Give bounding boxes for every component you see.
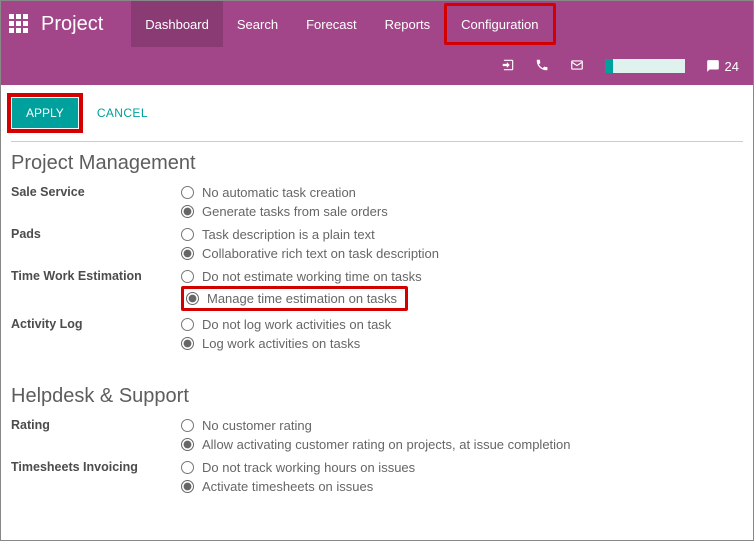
divider [11, 141, 743, 142]
settings-section: Project ManagementSale ServiceNo automat… [1, 148, 753, 381]
radio-input[interactable] [181, 186, 194, 199]
radio-label: Task description is a plain text [202, 227, 375, 242]
nav-item-configuration[interactable]: Configuration [444, 3, 555, 45]
field-options: Do not track working hours on issues Acti… [181, 458, 743, 496]
field-options: No customer rating Allow activating custo… [181, 416, 743, 454]
radio-label: Do not log work activities on task [202, 317, 391, 332]
nav-item-search[interactable]: Search [223, 1, 292, 47]
radio-input[interactable] [181, 270, 194, 283]
radio-label: Do not track working hours on issues [202, 460, 415, 475]
radio-label: Collaborative rich text on task descript… [202, 246, 439, 261]
app-brand[interactable]: Project [41, 13, 103, 36]
messages-button[interactable]: 24 [705, 59, 739, 74]
radio-label: Manage time estimation on tasks [207, 291, 397, 306]
setting-field: Time Work EstimationDo not estimate work… [11, 267, 743, 311]
field-label: Time Work Estimation [11, 267, 181, 283]
field-options: No automatic task creation Generate tasks… [181, 183, 743, 221]
apply-highlight: APPLY [7, 93, 83, 133]
radio-label: No customer rating [202, 418, 312, 433]
radio-option[interactable]: Log work activities on tasks [181, 334, 743, 353]
setting-field: Timesheets InvoicingDo not track working… [11, 458, 743, 496]
radio-option[interactable]: Do not estimate working time on tasks [181, 267, 743, 286]
radio-option[interactable]: Generate tasks from sale orders [181, 202, 743, 221]
radio-label: Allow activating customer rating on proj… [202, 437, 571, 452]
field-options: Do not log work activities on task Log wo… [181, 315, 743, 353]
section-title: Project Management [11, 152, 743, 175]
nav-item-reports[interactable]: Reports [371, 1, 445, 47]
setting-field: Rating No customer rating Allow activating… [11, 416, 743, 454]
radio-option[interactable]: Collaborative rich text on task descript… [181, 244, 743, 263]
radio-input[interactable] [181, 228, 194, 241]
radio-option[interactable]: Do not track working hours on issues [181, 458, 743, 477]
apps-icon[interactable] [9, 14, 29, 34]
radio-option[interactable]: Do not log work activities on task [181, 315, 743, 334]
field-label: Pads [11, 225, 181, 241]
radio-input[interactable] [181, 247, 194, 260]
field-options: Do not estimate working time on tasks Man… [181, 267, 743, 311]
radio-label: Generate tasks from sale orders [202, 204, 388, 219]
radio-option[interactable]: Manage time estimation on tasks [181, 286, 408, 311]
field-label: Timesheets Invoicing [11, 458, 181, 474]
nav-item-forecast[interactable]: Forecast [292, 1, 371, 47]
nav-item-dashboard[interactable]: Dashboard [131, 1, 223, 47]
apply-button[interactable]: APPLY [12, 98, 78, 128]
setting-field: Activity LogDo not log work activities o… [11, 315, 743, 353]
radio-input[interactable] [181, 419, 194, 432]
radio-option[interactable]: Allow activating customer rating on proj… [181, 435, 743, 454]
main-nav: DashboardSearchForecastReportsConfigurat… [131, 1, 555, 47]
radio-label: Do not estimate working time on tasks [202, 269, 422, 284]
radio-option[interactable]: Task description is a plain text [181, 225, 743, 244]
setting-field: Sale Service No automatic task creation Ge… [11, 183, 743, 221]
mail-icon[interactable] [569, 58, 585, 75]
phone-icon[interactable] [535, 58, 549, 75]
systray: 24 [1, 47, 753, 85]
messages-count: 24 [725, 59, 739, 74]
section-title: Helpdesk & Support [11, 385, 743, 408]
radio-input[interactable] [181, 337, 194, 350]
cancel-button[interactable]: CANCEL [97, 106, 148, 120]
radio-input[interactable] [181, 480, 194, 493]
field-label: Activity Log [11, 315, 181, 331]
radio-input[interactable] [186, 292, 199, 305]
radio-input[interactable] [181, 205, 194, 218]
radio-label: Activate timesheets on issues [202, 479, 373, 494]
radio-input[interactable] [181, 461, 194, 474]
user-presence[interactable] [605, 59, 685, 73]
content-scroll[interactable]: APPLY CANCEL Project Management Sale Serv… [1, 85, 753, 542]
radio-input[interactable] [181, 318, 194, 331]
field-label: Rating [11, 416, 181, 432]
settings-section: Helpdesk & SupportRatingNo customer rati… [1, 381, 753, 524]
radio-label: No automatic task creation [202, 185, 356, 200]
top-navbar: Project DashboardSearchForecastReportsCo… [1, 1, 753, 47]
radio-label: Log work activities on tasks [202, 336, 360, 351]
login-icon[interactable] [501, 58, 515, 75]
radio-option[interactable]: Activate timesheets on issues [181, 477, 743, 496]
field-options: Task description is a plain text Collabor… [181, 225, 743, 263]
action-bar: APPLY CANCEL [1, 85, 753, 141]
setting-field: Pads Task description is a plain text Coll… [11, 225, 743, 263]
radio-input[interactable] [181, 438, 194, 451]
field-label: Sale Service [11, 183, 181, 199]
radio-option[interactable]: No customer rating [181, 416, 743, 435]
radio-option[interactable]: No automatic task creation [181, 183, 743, 202]
